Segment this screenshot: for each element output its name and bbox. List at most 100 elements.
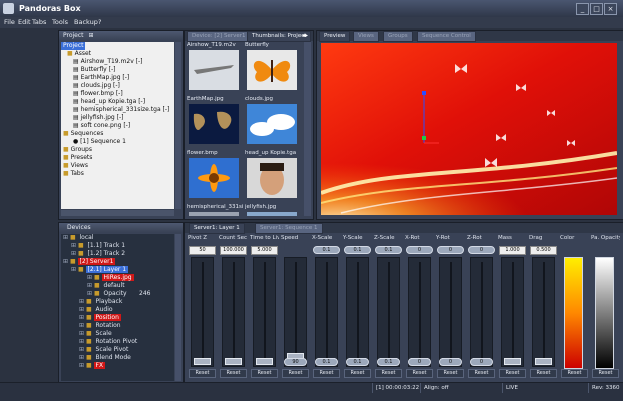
expand-icon[interactable]: ⊞ <box>79 338 86 345</box>
fader-value-bottom[interactable]: 0 <box>470 358 493 366</box>
reset-button[interactable]: Reset <box>437 369 464 378</box>
thumbnail-item[interactable]: hemispherical_331size <box>187 204 243 216</box>
tree-item-sequence[interactable]: ● [1] Sequence 1 <box>61 138 174 146</box>
fader-track[interactable] <box>377 257 400 367</box>
device-tree-row[interactable]: ⊞ ■ Playback <box>61 298 174 306</box>
thumbnail-item[interactable]: flower.bmp <box>187 150 243 202</box>
fader-track[interactable] <box>408 257 431 367</box>
fader-track[interactable] <box>346 257 369 367</box>
menu-edit[interactable]: Edit <box>18 18 31 26</box>
device-tree-row[interactable]: ⊞ ■ Scale <box>61 330 174 338</box>
expand-icon[interactable]: ⊞ <box>79 362 86 369</box>
tree-asset-item[interactable]: ▤ EarthMap.jpg [-] <box>61 74 174 82</box>
tab-preview[interactable]: Preview <box>319 31 351 42</box>
expand-icon[interactable]: ⊞ <box>71 266 78 273</box>
thumbnail-item[interactable]: Butterfly <box>245 42 301 94</box>
thumbnail-item[interactable]: clouds.jpg <box>245 96 301 148</box>
menu-help[interactable]: ? <box>98 18 101 26</box>
device-tree-row[interactable]: ⊞ ■ default <box>61 282 174 290</box>
expand-icon[interactable]: ⊞ <box>87 274 94 281</box>
fader-value-bottom[interactable]: 0 <box>439 358 462 366</box>
fader-track[interactable] <box>315 257 338 367</box>
fader-value-top[interactable]: 5.000 <box>251 246 278 255</box>
expand-icon[interactable]: ⊞ <box>71 250 78 257</box>
reset-button[interactable]: Reset <box>499 369 526 378</box>
tree-folder-item[interactable]: ■ Groups <box>61 146 174 154</box>
tree-asset-item[interactable]: ▤ Butterfly [-] <box>61 66 174 74</box>
close-button[interactable]: × <box>604 3 617 15</box>
expand-icon[interactable]: ⊞ <box>63 234 70 241</box>
devices-tree[interactable]: ⊞ ■ local ⊞ ■ [1.1] Track 1 ⊞ ■ [1.2] Trac… <box>61 234 174 381</box>
fader-value-bottom[interactable]: 90 <box>284 358 307 366</box>
tab-server1-layer1[interactable]: Server1: Layer 1 <box>189 223 245 234</box>
thumbnails-scrollbar[interactable] <box>304 42 311 216</box>
tab-server1-sequence1[interactable]: Server1: Sequence 1 <box>255 223 323 234</box>
fader-value-top[interactable]: 1.000 <box>499 246 526 255</box>
minimize-button[interactable]: _ <box>576 3 589 15</box>
expand-icon[interactable]: ⊞ <box>79 306 86 313</box>
tree-folder-item[interactable]: ■ Presets <box>61 154 174 162</box>
tree-asset-item[interactable]: ▤ jellyfish.jpg [-] <box>61 114 174 122</box>
maximize-button[interactable]: □ <box>590 3 603 15</box>
fader-value-top[interactable]: 0 <box>406 246 433 254</box>
menu-file[interactable]: File <box>4 18 15 26</box>
reset-button[interactable]: Reset <box>468 369 495 378</box>
reset-button[interactable]: Reset <box>344 369 371 378</box>
fader-value-top[interactable]: 0.1 <box>375 246 402 254</box>
device-tree-row[interactable]: ⊞ ■ FX <box>61 362 174 370</box>
tree-folder-item[interactable]: ■ Tabs <box>61 170 174 178</box>
fader-track[interactable] <box>191 257 214 367</box>
tree-folder-asset[interactable]: ■ Asset <box>61 50 174 58</box>
project-tree[interactable]: Project ■ Asset ▤ Airshow_T19.m2v [-] ▤ B… <box>61 42 174 209</box>
device-tree-row[interactable]: ⊞ ■ Audio <box>61 306 174 314</box>
tree-asset-item[interactable]: ▤ flower.bmp [-] <box>61 90 174 98</box>
thumbnail-item[interactable]: jellyfish.jpg <box>245 204 301 216</box>
device-tree-row[interactable]: ⊞ ■ HiRes.jpg <box>61 274 174 282</box>
device-tree-row[interactable]: ⊞ ■ Blend Mode <box>61 354 174 362</box>
device-tree-row[interactable]: ⊞ ■ Opacity 246 <box>61 290 174 298</box>
expand-icon[interactable]: ⊞ <box>87 290 94 297</box>
devices-scrollbar[interactable] <box>175 234 181 381</box>
device-tree-row[interactable]: ⊞ ■ [2.1] Layer 1 <box>61 266 174 274</box>
device-tree-row[interactable]: ⊞ ■ [1.2] Track 2 <box>61 250 174 258</box>
reset-button[interactable]: Reset <box>530 369 557 378</box>
tab-groups[interactable]: Groups <box>383 31 413 42</box>
expand-icon[interactable]: ⊞ <box>79 314 86 321</box>
device-tree-row[interactable]: ⊞ ■ Rotation Pivot <box>61 338 174 346</box>
reset-button[interactable]: Reset <box>592 369 619 378</box>
tree-folder-item[interactable]: ■ Views <box>61 162 174 170</box>
reset-button[interactable]: Reset <box>406 369 433 378</box>
fader-value-top[interactable]: 0.1 <box>344 246 371 254</box>
fader-track[interactable] <box>222 257 245 367</box>
reset-button[interactable]: Reset <box>189 369 216 378</box>
fader-track[interactable] <box>532 257 555 367</box>
reset-button[interactable]: Reset <box>251 369 278 378</box>
thumbnail-item[interactable]: head_up Kopie.tga <box>245 150 301 202</box>
tree-asset-item[interactable]: ▤ clouds.jpg [-] <box>61 82 174 90</box>
menu-tabs[interactable]: Tabs <box>32 18 46 26</box>
device-tree-row[interactable]: ⊞ ■ Rotation <box>61 322 174 330</box>
fader-track[interactable] <box>253 257 276 367</box>
expand-icon[interactable]: ⊞ <box>79 298 86 305</box>
expand-icon[interactable]: ⊞ <box>79 346 86 353</box>
preview-viewport[interactable] <box>321 43 617 215</box>
tab-sequence-control[interactable]: Sequence Control <box>417 31 476 42</box>
reset-button[interactable]: Reset <box>375 369 402 378</box>
project-scrollbar[interactable] <box>175 42 181 209</box>
fader-value-bottom[interactable]: 0.1 <box>346 358 369 366</box>
expand-icon[interactable]: ⊞ <box>71 242 78 249</box>
tree-root-project[interactable]: Project <box>61 42 85 50</box>
fader-value-bottom[interactable]: 0 <box>408 358 431 366</box>
tab-scroll-arrows-icon[interactable]: ◂▸ <box>302 32 308 39</box>
fader-value-top[interactable]: 0.1 <box>313 246 340 254</box>
fader-knob[interactable] <box>225 358 242 365</box>
reset-button[interactable]: Reset <box>220 369 247 378</box>
expand-icon[interactable]: ⊞ <box>79 354 86 361</box>
expand-icon[interactable]: ⊞ <box>79 330 86 337</box>
fader-knob[interactable] <box>194 358 211 365</box>
tab-device-server1[interactable]: Device: [2] Server1 <box>187 31 251 42</box>
tree-asset-item[interactable]: ▤ soft cone.png [-] <box>61 122 174 130</box>
fader-knob[interactable] <box>535 358 552 365</box>
thumbnail-item[interactable]: Airshow_T19.m2v <box>187 42 243 94</box>
device-tree-row[interactable]: ⊞ ■ Scale Pivot <box>61 346 174 354</box>
